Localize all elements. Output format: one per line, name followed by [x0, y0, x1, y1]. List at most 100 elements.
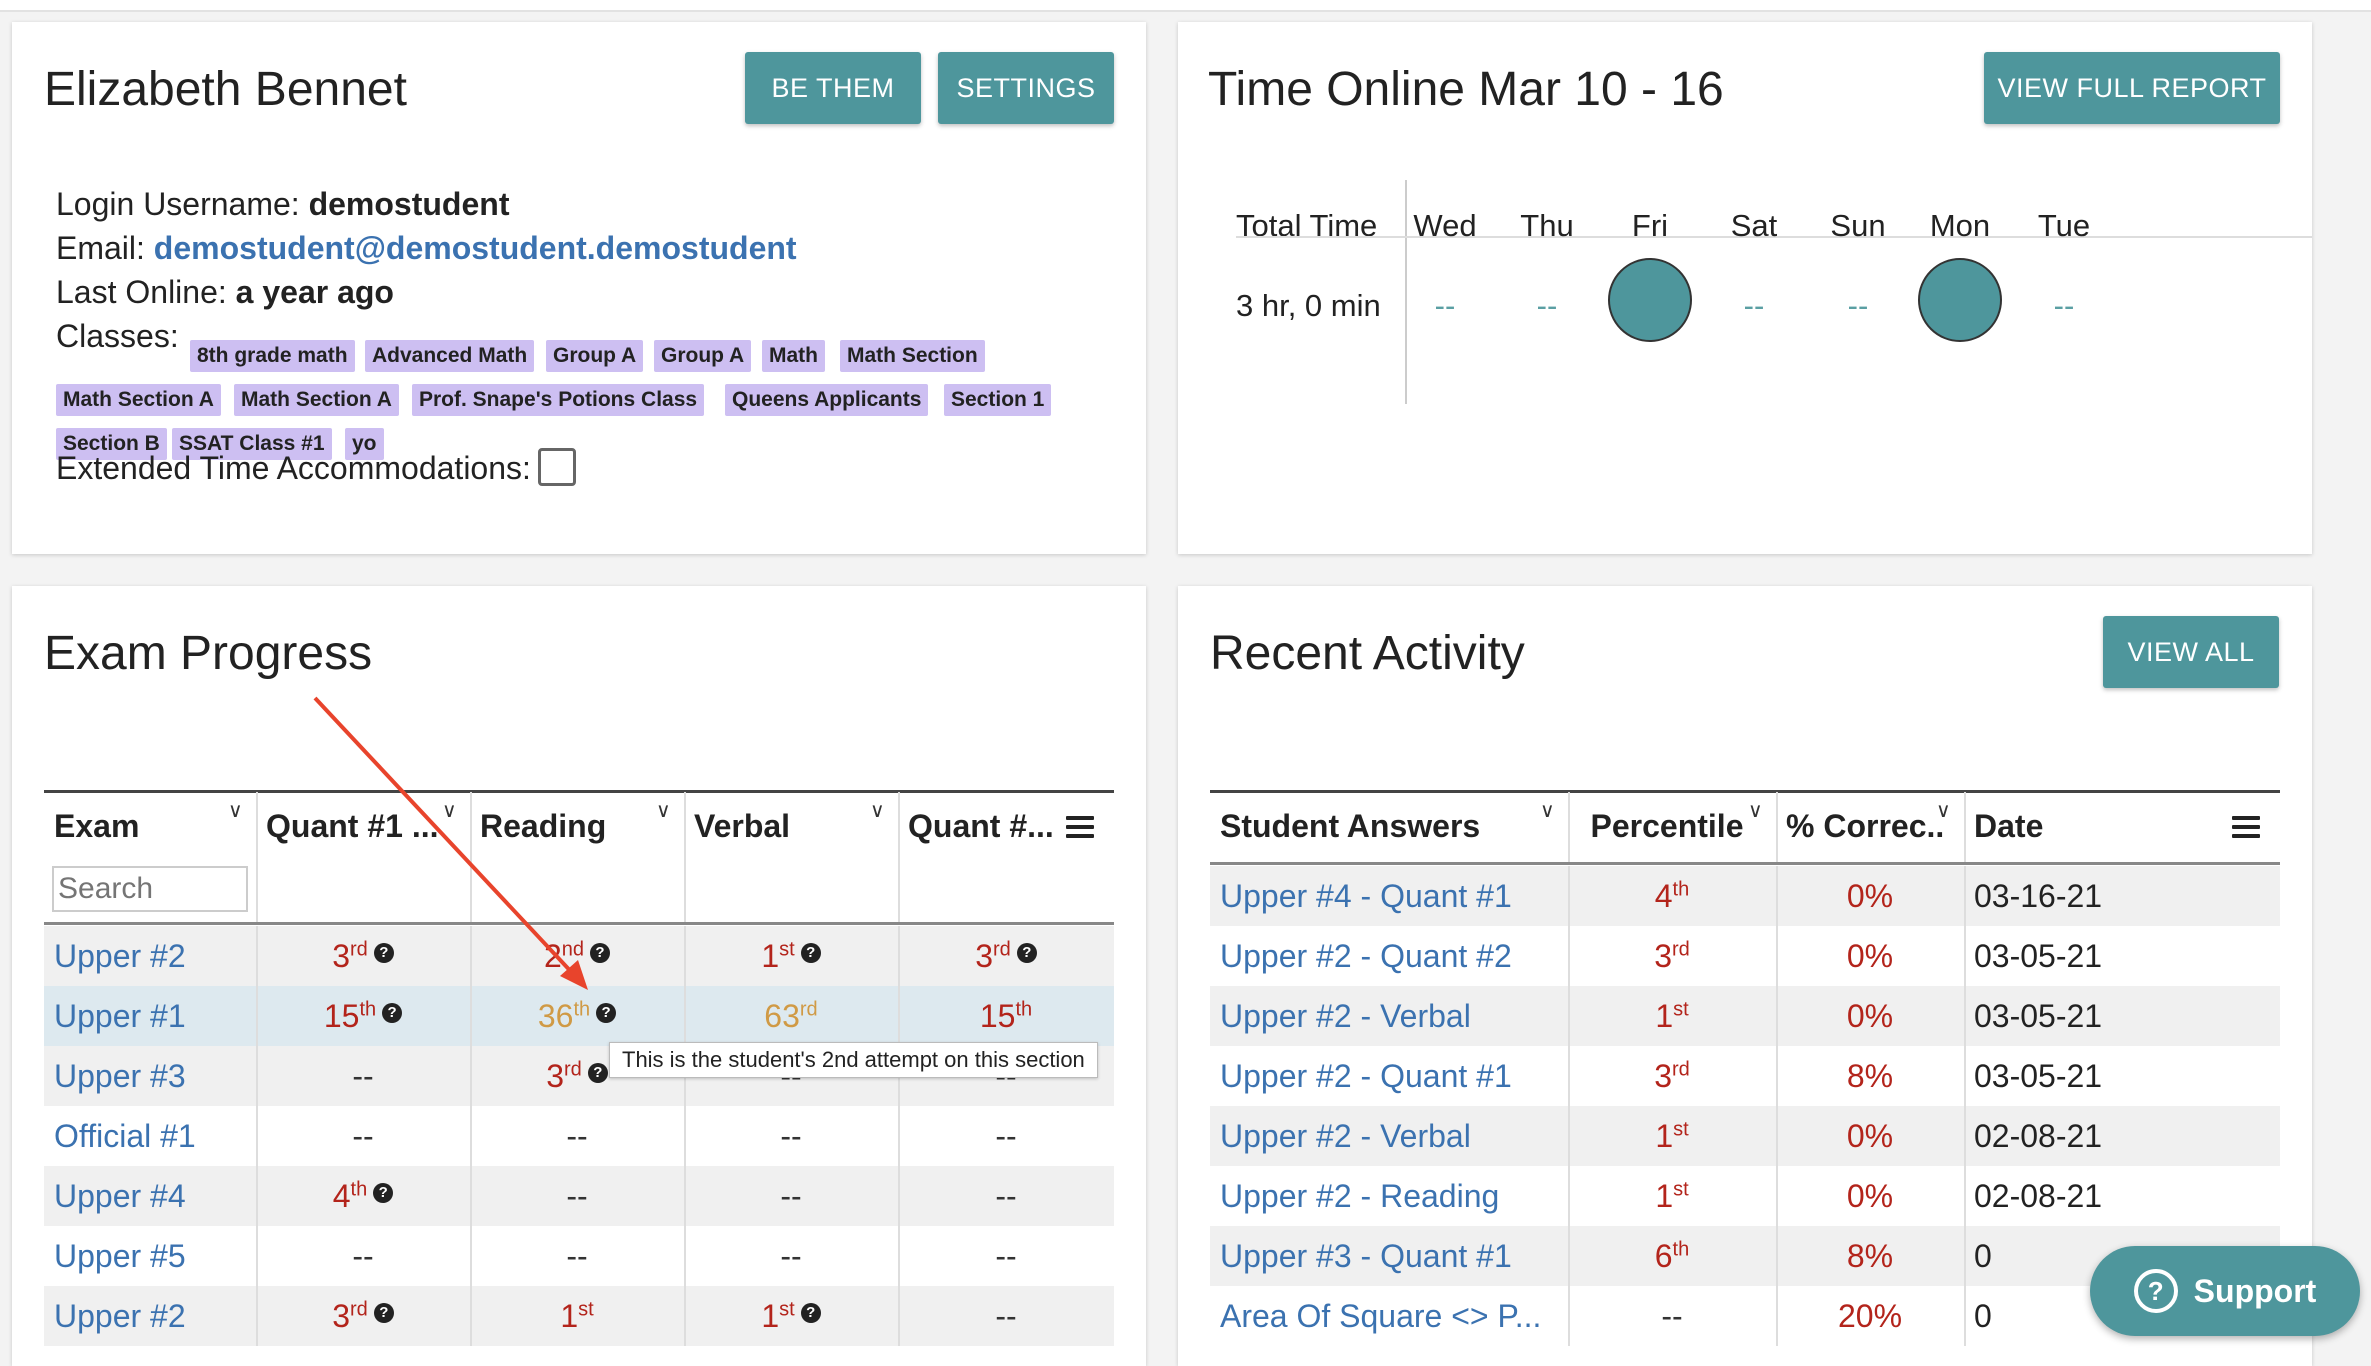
- top-bar: [0, 0, 2371, 12]
- percent-correct-cell: 0%: [1846, 878, 1894, 914]
- chevron-down-icon[interactable]: ∨: [1540, 798, 1555, 823]
- view-full-report-button[interactable]: VIEW FULL REPORT: [1984, 52, 2280, 124]
- last-online-line: Last Online: a year ago: [56, 274, 394, 311]
- be-them-button[interactable]: BE THEM: [745, 52, 921, 124]
- column-divider: [1964, 1046, 1966, 1106]
- rank-suffix: rd: [1672, 938, 1690, 961]
- class-chip[interactable]: Section 1: [944, 384, 1052, 416]
- support-button[interactable]: ? Support: [2090, 1246, 2360, 1336]
- percentile-cell: 1st: [1568, 1106, 1776, 1166]
- percent-correct-cell: 0%: [1846, 1118, 1894, 1154]
- class-chip[interactable]: Queens Applicants: [725, 384, 929, 416]
- column-divider: [1568, 986, 1570, 1046]
- rank-suffix: th: [1672, 878, 1690, 901]
- day-header-thu: Thu: [1520, 208, 1574, 243]
- column-divider: [1964, 866, 1966, 926]
- column-menu-icon[interactable]: [2232, 816, 2260, 838]
- percentile-cell: --: [1568, 1286, 1776, 1346]
- column-divider: [1964, 986, 1966, 1046]
- activity-row[interactable]: Upper #2 - Reading 1st 0% 02-08-21: [1210, 1166, 2280, 1226]
- rank-value: 3rd: [1654, 938, 1690, 974]
- column-divider: [1568, 1106, 1570, 1166]
- chevron-down-icon[interactable]: ∨: [1936, 798, 1951, 823]
- rank-suffix: st: [1673, 1118, 1689, 1141]
- help-icon: ?: [2133, 1269, 2178, 1313]
- recent-activity-title: Recent Activity: [1210, 627, 1525, 680]
- column-divider: [1964, 1106, 1966, 1166]
- class-chip[interactable]: Math Section A: [234, 384, 399, 416]
- percentile-cell: 3rd: [1568, 1046, 1776, 1106]
- day-value: --: [1743, 288, 1765, 323]
- column-divider: [1964, 1166, 1966, 1226]
- activity-link[interactable]: Area Of Square <> P...: [1220, 1286, 1560, 1346]
- column-divider: [1776, 986, 1778, 1046]
- class-chip[interactable]: Advanced Math: [365, 340, 535, 372]
- activity-row[interactable]: Upper #2 - Quant #1 3rd 8% 03-05-21: [1210, 1046, 2280, 1106]
- rank-value: 4th: [1654, 878, 1690, 914]
- activity-column-header[interactable]: % Correc...: [1786, 808, 1944, 845]
- activity-column-header[interactable]: Student Answers: [1220, 808, 1548, 845]
- percent-correct-cell: 20%: [1837, 1298, 1903, 1334]
- class-chip[interactable]: 8th grade math: [190, 340, 355, 372]
- activity-row[interactable]: Upper #2 - Verbal 1st 0% 03-05-21: [1210, 986, 2280, 1046]
- column-divider: [1964, 1286, 1966, 1346]
- activity-link[interactable]: Upper #2 - Reading: [1220, 1166, 1560, 1226]
- percent-correct-cell: 0%: [1846, 938, 1894, 974]
- column-divider: [1568, 926, 1570, 986]
- class-chip[interactable]: Math: [762, 340, 825, 372]
- day-value: --: [1434, 288, 1456, 323]
- username-line: Login Username: demostudent: [56, 186, 509, 223]
- extended-time-checkbox[interactable]: [538, 448, 576, 486]
- column-divider: [1964, 792, 1966, 862]
- date-cell: 03-05-21: [1974, 998, 2103, 1034]
- activity-dot[interactable]: [1608, 258, 1692, 342]
- class-chip[interactable]: Prof. Snape's Potions Class: [412, 384, 705, 416]
- activity-row[interactable]: Upper #4 - Quant #1 4th 0% 03-16-21: [1210, 866, 2280, 926]
- view-all-button[interactable]: VIEW ALL: [2103, 616, 2279, 688]
- activity-row[interactable]: Upper #2 - Quant #2 3rd 0% 03-05-21: [1210, 926, 2280, 986]
- activity-link[interactable]: Upper #2 - Quant #1: [1220, 1046, 1560, 1106]
- rank-value: 1st: [1655, 1178, 1689, 1214]
- activity-row[interactable]: Upper #2 - Verbal 1st 0% 02-08-21: [1210, 1106, 2280, 1166]
- percentile-cell: 1st: [1568, 986, 1776, 1046]
- rank-value: 1st: [1655, 998, 1689, 1034]
- date-cell: 02-08-21: [1974, 1178, 2103, 1214]
- activity-link[interactable]: Upper #2 - Verbal: [1220, 986, 1560, 1046]
- class-chip[interactable]: Group A: [654, 340, 752, 372]
- class-chip[interactable]: Math Section A: [56, 384, 221, 416]
- percentile-cell: 1st: [1568, 1166, 1776, 1226]
- activity-column-header[interactable]: Percentile: [1578, 808, 1756, 845]
- column-divider: [1568, 1166, 1570, 1226]
- chevron-down-icon[interactable]: ∨: [1748, 798, 1763, 823]
- rank-value: 1st: [1655, 1118, 1689, 1154]
- column-divider: [1568, 1226, 1570, 1286]
- student-name: Elizabeth Bennet: [44, 63, 407, 116]
- column-divider: [1568, 1046, 1570, 1106]
- time-online-title: Time Online Mar 10 - 16: [1208, 63, 1724, 116]
- activity-column-header[interactable]: Date: [1974, 808, 2260, 845]
- class-chip[interactable]: Group A: [546, 340, 644, 372]
- date-cell: 03-05-21: [1974, 1058, 2103, 1094]
- percent-correct-cell: 0%: [1846, 1178, 1894, 1214]
- class-chip[interactable]: Math Section: [840, 340, 985, 372]
- activity-link[interactable]: Upper #3 - Quant #1: [1220, 1226, 1560, 1286]
- email-link[interactable]: demostudent@demostudent.demostudent: [154, 230, 797, 266]
- percentile-cell: 4th: [1568, 866, 1776, 926]
- activity-link[interactable]: Upper #2 - Quant #2: [1220, 926, 1560, 986]
- activity-link[interactable]: Upper #4 - Quant #1: [1220, 866, 1560, 926]
- column-divider: [1568, 1286, 1570, 1346]
- annotation-arrow: [313, 696, 588, 990]
- time-online-card: Time Online Mar 10 - 16 VIEW FULL REPORT…: [1178, 22, 2312, 554]
- settings-button[interactable]: SETTINGS: [938, 52, 1114, 124]
- activity-dot[interactable]: [1918, 258, 2002, 342]
- percentile-cell: 3rd: [1568, 926, 1776, 986]
- classes-label: Classes:: [56, 318, 179, 354]
- column-divider: [1776, 1286, 1778, 1346]
- column-divider: [1776, 1166, 1778, 1226]
- day-header-mon: Mon: [1929, 208, 1991, 243]
- percentile-cell: 6th: [1568, 1226, 1776, 1286]
- rank-value: 6th: [1654, 1238, 1690, 1274]
- activity-table-top-border: [1210, 790, 2280, 793]
- date-cell: 02-08-21: [1974, 1118, 2103, 1154]
- activity-link[interactable]: Upper #2 - Verbal: [1220, 1106, 1560, 1166]
